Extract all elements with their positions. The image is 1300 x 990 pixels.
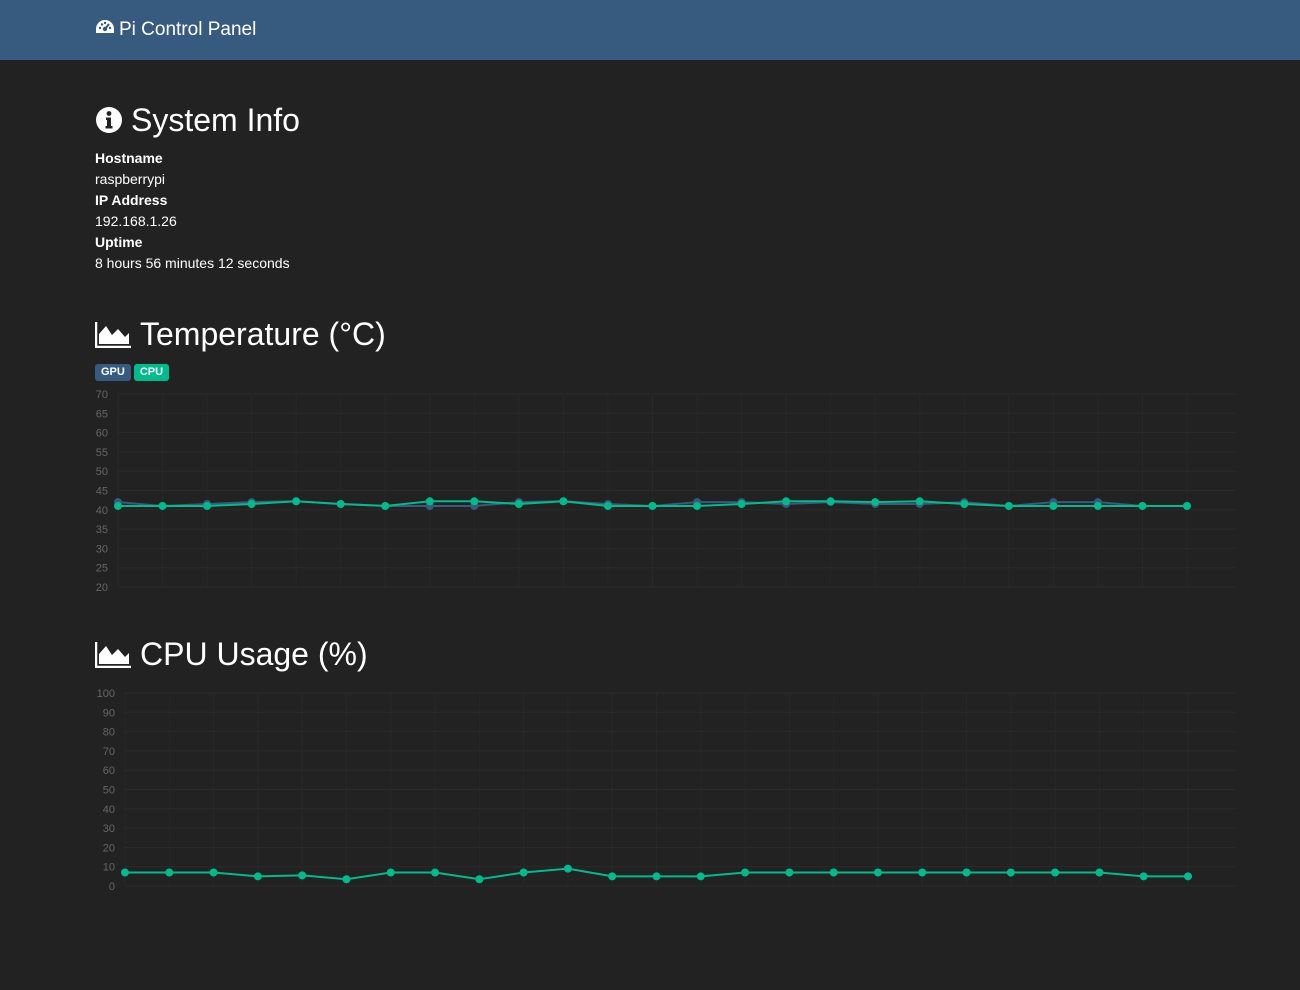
dashboard-icon <box>95 18 119 42</box>
data-point <box>648 501 657 510</box>
area-chart-icon <box>95 320 132 348</box>
y-tick-label: 50 <box>96 466 108 478</box>
data-point <box>203 501 212 510</box>
data-point <box>1004 501 1013 510</box>
data-point <box>737 500 746 509</box>
hostname-value: raspberrypi <box>95 171 166 187</box>
y-tick-label: 100 <box>97 688 115 700</box>
data-point <box>785 868 794 877</box>
y-tick-label: 70 <box>96 389 108 401</box>
area-chart-icon <box>95 640 132 668</box>
chart-grid <box>117 393 1235 588</box>
data-point <box>1093 501 1102 510</box>
y-tick-label: 90 <box>103 707 115 719</box>
y-tick-label: 70 <box>103 746 115 758</box>
y-tick-label: 20 <box>103 842 115 854</box>
y-tick-label: 25 <box>96 563 108 575</box>
y-tick-label: 30 <box>103 823 115 835</box>
y-tick-label: 40 <box>96 505 108 517</box>
cpu-usage-heading: CPU Usage (%) <box>95 634 368 674</box>
data-point <box>559 497 568 506</box>
data-point <box>871 498 880 507</box>
data-point <box>381 501 390 510</box>
y-tick-label: 35 <box>96 524 108 536</box>
y-tick-label: 55 <box>96 447 108 459</box>
data-point <box>1049 501 1058 510</box>
y-tick-label: 45 <box>96 486 108 498</box>
data-point <box>121 868 129 877</box>
data-point <box>292 497 301 506</box>
brand-title: Pi Control Panel <box>119 19 257 40</box>
data-point <box>475 875 484 884</box>
data-point <box>693 501 702 510</box>
data-point <box>696 872 705 881</box>
data-point <box>519 868 528 877</box>
navbar: Pi Control Panel <box>0 0 1300 60</box>
chart-grid <box>124 692 1235 887</box>
data-point <box>652 872 661 881</box>
data-point <box>158 501 167 510</box>
data-point <box>829 868 838 877</box>
y-tick-label: 65 <box>96 408 108 420</box>
system-info-title: System Info <box>131 102 300 138</box>
data-point <box>741 868 750 877</box>
system-info-heading: System Info <box>95 100 300 140</box>
data-point <box>915 497 924 506</box>
temperature-title: Temperature (°C) <box>140 316 386 352</box>
system-info-list: Hostname raspberrypi IP Address 192.168.… <box>95 148 290 274</box>
data-point <box>782 497 791 506</box>
data-point <box>253 872 262 881</box>
data-point <box>603 501 612 510</box>
y-tick-label: 60 <box>103 765 115 777</box>
y-tick-label: 60 <box>96 428 108 440</box>
legend-cpu-badge: CPU <box>133 364 170 381</box>
data-point <box>209 868 218 877</box>
data-point <box>960 500 969 509</box>
hostname-label: Hostname <box>95 150 163 166</box>
temperature-legend: GPU CPU <box>95 364 170 381</box>
cpu-usage-chart: 1009080706050403020100 <box>97 688 1235 893</box>
data-point <box>1006 868 1015 877</box>
data-point <box>247 500 256 509</box>
ip-address-label: IP Address <box>95 192 168 208</box>
data-point <box>563 864 572 873</box>
data-point <box>425 497 434 506</box>
data-point <box>165 868 174 877</box>
cpu-usage-title: CPU Usage (%) <box>140 636 368 672</box>
temperature-heading: Temperature (°C) <box>95 314 386 354</box>
y-tick-label: 20 <box>96 582 108 594</box>
data-point <box>918 868 927 877</box>
uptime-label: Uptime <box>95 234 143 250</box>
data-point <box>514 500 523 509</box>
legend-gpu-badge: GPU <box>95 364 131 381</box>
temperature-chart: 70 65 60 55 50 45 40 35 30 25 20 <box>96 389 1235 594</box>
data-point <box>470 497 479 506</box>
info-circle-icon <box>95 106 123 134</box>
uptime-value: 8 hours 56 minutes 12 seconds <box>95 255 290 271</box>
y-tick-label: 0 <box>109 881 115 893</box>
data-point <box>1051 868 1060 877</box>
data-point <box>873 868 882 877</box>
data-point <box>431 868 440 877</box>
data-point <box>962 868 971 877</box>
ip-address-value: 192.168.1.26 <box>95 213 177 229</box>
data-point <box>336 500 345 509</box>
data-point <box>342 875 351 884</box>
y-tick-label: 40 <box>103 804 115 816</box>
y-tick-label: 10 <box>103 862 115 874</box>
data-point <box>608 872 617 881</box>
y-tick-label: 30 <box>96 543 108 555</box>
data-point <box>1184 872 1192 881</box>
data-point <box>1138 501 1147 510</box>
brand-link[interactable]: Pi Control Panel <box>95 18 256 42</box>
data-point <box>1183 501 1191 510</box>
data-point <box>298 871 307 880</box>
data-point <box>114 501 122 510</box>
data-point <box>1139 872 1148 881</box>
y-tick-label: 50 <box>103 785 115 797</box>
data-point <box>1095 868 1104 877</box>
data-point <box>826 497 835 506</box>
data-point <box>386 868 395 877</box>
y-tick-label: 80 <box>103 727 115 739</box>
